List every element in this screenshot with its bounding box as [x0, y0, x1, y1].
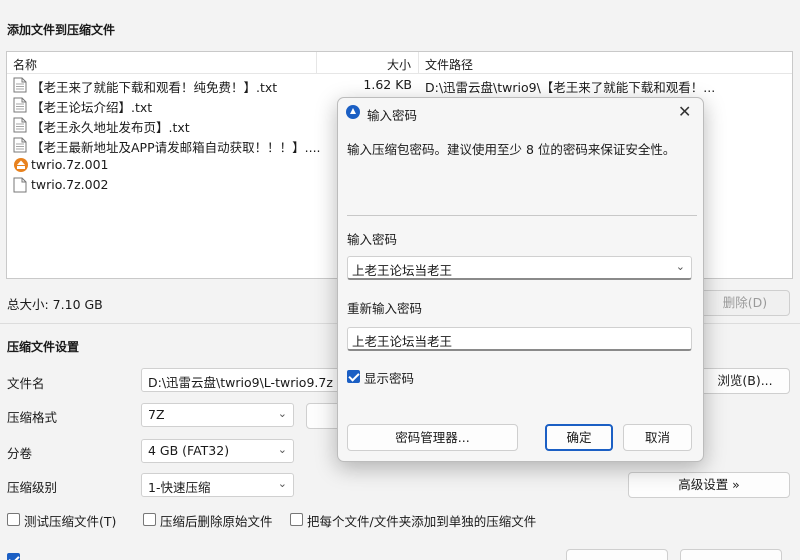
- password-value: 上老王论坛当老王: [352, 263, 453, 278]
- text-file-icon: [13, 117, 27, 133]
- delete-after-label[interactable]: 压缩后删除原始文件: [160, 511, 273, 530]
- dialog-description: 输入压缩包密码。建议使用至少 8 位的密码来保证安全性。: [347, 142, 676, 157]
- column-size[interactable]: 大小: [387, 56, 411, 73]
- level-label: 压缩级别: [7, 480, 58, 495]
- file-list-header: 名称 大小 文件路径: [7, 52, 792, 74]
- file-name: 【老王永久地址发布页】.txt: [31, 120, 190, 135]
- archive-icon: [13, 157, 28, 173]
- bottom-button-left[interactable]: [566, 549, 668, 560]
- bottom-checkbox[interactable]: [7, 553, 20, 560]
- close-icon[interactable]: ✕: [678, 102, 691, 121]
- show-password-checkbox[interactable]: [347, 370, 360, 383]
- separate-archives-checkbox[interactable]: [290, 513, 303, 526]
- app-logo-icon: [346, 105, 360, 119]
- total-size: 总大小: 7.10 GB: [7, 297, 103, 312]
- show-password-label[interactable]: 显示密码: [364, 368, 414, 387]
- volume-label: 分卷: [7, 446, 33, 461]
- test-archive-checkbox[interactable]: [7, 513, 20, 526]
- column-name[interactable]: 名称: [13, 56, 37, 73]
- file-name: 【老王来了就能下载和观看！纯免费！】.txt: [31, 80, 278, 95]
- file-path: D:\迅雷云盘\twrio9\【老王来了就能下载和观看！...: [425, 80, 716, 95]
- level-value: 1-快速压缩: [148, 480, 211, 495]
- separate-archives-label[interactable]: 把每个文件/文件夹添加到单独的压缩文件: [307, 511, 536, 530]
- delete-after-checkbox[interactable]: [143, 513, 156, 526]
- chevron-down-icon: ⌄: [277, 477, 287, 490]
- column-path[interactable]: 文件路径: [425, 56, 473, 73]
- file-name: twrio.7z.001: [31, 157, 109, 172]
- format-label: 压缩格式: [7, 410, 58, 425]
- chevron-down-icon[interactable]: ⌄: [676, 260, 685, 273]
- dialog-title: 输入密码: [367, 108, 418, 123]
- filename-label: 文件名: [7, 376, 45, 391]
- format-value: 7Z: [148, 407, 165, 422]
- ok-button[interactable]: 确定: [545, 424, 613, 451]
- file-name: twrio.7z.002: [31, 177, 109, 192]
- advanced-settings-button[interactable]: 高级设置 »: [628, 472, 790, 498]
- volume-select[interactable]: 4 GB (FAT32) ⌄: [141, 439, 294, 463]
- cancel-button[interactable]: 取消: [623, 424, 692, 451]
- password-dialog: 输入密码 ✕ 输入压缩包密码。建议使用至少 8 位的密码来保证安全性。 输入密码…: [337, 97, 704, 462]
- text-file-icon: [13, 77, 27, 93]
- level-select[interactable]: 1-快速压缩 ⌄: [141, 473, 294, 497]
- volume-value: 4 GB (FAT32): [148, 443, 230, 458]
- file-row[interactable]: 【老王来了就能下载和观看！纯免费！】.txt 1.62 KB D:\迅雷云盘\twr…: [7, 75, 792, 95]
- text-file-icon: [13, 137, 27, 153]
- file-name: 【老王最新地址及APP请发邮箱自动获取！！！】....: [31, 140, 321, 155]
- confirm-password-label: 重新输入密码: [347, 301, 423, 316]
- format-select[interactable]: 7Z ⌄: [141, 403, 294, 427]
- password-input[interactable]: 上老王论坛当老王 ⌄: [347, 256, 692, 280]
- blank-file-icon: [13, 177, 27, 193]
- settings-title: 压缩文件设置: [7, 340, 80, 354]
- file-size: 1.62 KB: [363, 77, 412, 92]
- confirm-password-input[interactable]: 上老王论坛当老王: [347, 327, 692, 351]
- browse-button[interactable]: 浏览(B)...: [700, 368, 790, 394]
- delete-button[interactable]: 删除(D): [700, 290, 790, 316]
- chevron-down-icon: ⌄: [277, 443, 287, 456]
- test-archive-label[interactable]: 测试压缩文件(T): [24, 511, 116, 530]
- filename-input[interactable]: D:\迅雷云盘\twrio9\L-twrio9.7z: [141, 368, 341, 392]
- chevron-down-icon: ⌄: [277, 407, 287, 420]
- add-files-title: 添加文件到压缩文件: [7, 23, 116, 37]
- bottom-button-right[interactable]: [680, 549, 782, 560]
- text-file-icon: [13, 97, 27, 113]
- password-manager-button[interactable]: 密码管理器...: [347, 424, 518, 451]
- format-extra-button[interactable]: [306, 403, 341, 429]
- password-label: 输入密码: [347, 232, 398, 247]
- file-name: 【老王论坛介绍】.txt: [31, 100, 153, 115]
